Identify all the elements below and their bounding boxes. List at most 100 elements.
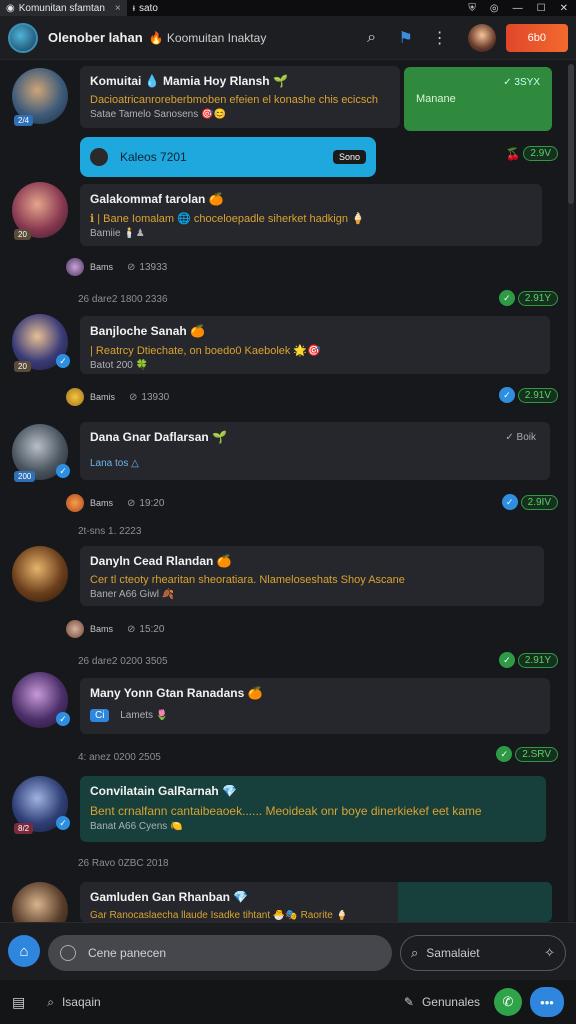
tab-sato[interactable]: ᵻ sato (127, 0, 164, 16)
avatar[interactable]: 2/4 (12, 68, 68, 126)
chip[interactable]: Ci (90, 709, 110, 722)
reaction-icon: 🍒 (505, 146, 521, 161)
message-text: Gar Ranocaslaecha llaude Isadke tihtant … (90, 910, 349, 921)
clock-icon: ⊘ (129, 391, 138, 403)
bottom-toolbar: ▤ ⌕ Isaqain ✎ Genunales ✆ ••• (0, 980, 576, 1024)
stat-value: 2.91Y (517, 652, 558, 668)
emoji-icon[interactable] (60, 945, 76, 961)
search-icon[interactable]: ⌕ (362, 28, 382, 48)
message-meta: Lamets 🌷 (120, 710, 169, 721)
search-input[interactable]: ⌕ Samalaiet ✧ (400, 935, 566, 971)
reaction-stat[interactable]: 🍒 2.9V (505, 146, 558, 161)
tab-komunitan[interactable]: ◉ Komunitan sfamtan × (0, 0, 127, 16)
reaction-stat[interactable]: ✓ 2.91Y (498, 652, 558, 668)
browser-tabbar: ◉ Komunitan sfamtan × ᵻ sato ⛨ ◎ — ☐ ✕ (0, 0, 576, 16)
stat-value: 2.SRV (515, 746, 558, 762)
message-bubble[interactable]: Galakommaf tarolan 🍊 ℹ | Bane Iomalam 🌐 … (80, 184, 542, 246)
avatar[interactable]: ✓ (12, 882, 68, 922)
reaction-stat[interactable]: ✓ 2.SRV (496, 746, 558, 762)
reply-card[interactable]: Manane ✓ 3SYX (404, 67, 552, 131)
message-bubble[interactable]: Komuitai 💧 Mamia Hoy Rlansh 🌱 Dacioatric… (80, 66, 400, 128)
message-meta: Baner A66 Giwl 🍂 (90, 589, 175, 600)
bottom-search-label: Isaqain (61, 995, 101, 1009)
whatsapp-button[interactable]: ✆ (494, 988, 522, 1016)
search-icon: ⌕ (47, 994, 54, 1009)
check-icon: ✓ (501, 494, 518, 510)
check-icon: ✓ (498, 387, 515, 403)
verified-icon: ✓ (56, 464, 70, 478)
date-divider: 26 dare2 0200 3505 (78, 656, 168, 667)
message-bubble[interactable]: Banjloche Sanah 🍊 | Reatrcy Dtiechate, o… (80, 316, 550, 374)
tab-label: Komunitan sfamtan (18, 2, 105, 14)
reaction-stat[interactable]: ✓ 2.9IV (501, 494, 558, 510)
message-placeholder: Cene panecen (88, 946, 167, 960)
date-divider: 4: anez 0200 2505 (78, 752, 161, 763)
avatar[interactable]: 8/2 ✓ (12, 776, 70, 834)
chat-header: Olenober lahan 🔥 Koomuitan Inaktay ⌕ ⚑ ⋮… (0, 16, 576, 60)
message-meta: Batot 200 🍀 (90, 360, 149, 371)
avatar[interactable] (12, 546, 68, 602)
bottom-right-label[interactable]: Genunales (422, 995, 480, 1009)
header-action-button[interactable]: 6b0 (505, 23, 568, 52)
message-meta: Banat A66 Cyens 🍋 (90, 821, 183, 832)
dots-icon: ••• (540, 994, 554, 1010)
clock-icon: ⊘ (127, 497, 136, 509)
scrollbar-thumb[interactable] (568, 64, 574, 204)
reaction-stat[interactable]: ✓ 2.91V (498, 387, 558, 403)
avatar[interactable]: 20 ✓ (12, 314, 70, 372)
message-text: Cer tl cteoty rhearitan sheoratiara. Nla… (90, 574, 405, 586)
avatar[interactable]: 200 ✓ (12, 424, 70, 482)
message-meta: Satae Tamelo Sanosens 🎯😊 (90, 109, 226, 120)
globe-icon[interactable]: ◎ (490, 3, 499, 14)
bookmark-icon[interactable]: ⚑ (396, 28, 416, 48)
message-bubble[interactable]: Many Yonn Gtan Ranadans 🍊 Ci Lamets 🌷 (80, 678, 550, 734)
avatar[interactable]: 20 (12, 182, 68, 240)
verified-icon: ✓ (56, 712, 70, 726)
pen-icon[interactable]: ✎ (404, 995, 414, 1009)
read-status: ✓ Boik (505, 432, 536, 443)
clock-icon: ⊘ (127, 623, 136, 635)
message-footer: Bams ⊘ 13933 (66, 258, 167, 276)
sender-name: Komuitai 💧 Mamia Hoy Rlansh 🌱 (90, 74, 288, 88)
message-input[interactable]: Cene panecen (48, 935, 392, 971)
sender-name: Banjloche Sanah 🍊 (90, 324, 205, 338)
message-bubble[interactable]: Convilatain GalRarnah 💎 Bent crnalfann c… (80, 776, 546, 842)
reaction-stat[interactable]: ✓ 2.91Y (498, 290, 558, 306)
pinned-pill[interactable]: Kaleos 7201 Sono (80, 137, 376, 177)
footer-name: Bams (90, 497, 114, 508)
home-button[interactable]: ⌂ (8, 935, 40, 967)
stat-value: 2.91Y (517, 290, 558, 306)
close-window-button[interactable]: ✕ (560, 3, 568, 14)
more-vertical-icon[interactable]: ⋮ (430, 28, 450, 48)
maximize-button[interactable]: ☐ (537, 3, 546, 14)
message-text: Bent crnalfann cantaibeaoek...... Meoide… (90, 804, 482, 818)
message-text: Dacioatricanroreberbmoben efeien el kona… (90, 94, 378, 106)
bottom-search[interactable]: ⌕ Isaqain (47, 995, 100, 1010)
attach-icon[interactable]: ▤ (12, 994, 25, 1011)
message-bubble[interactable]: Dana Gnar Daflarsan 🌱 Lana tos △ ✓ Boik (80, 422, 550, 480)
message-footer: Bams ⊘ 19:20 (66, 494, 164, 512)
message-meta: Bamiie 🕯️♟ (90, 228, 145, 239)
group-avatar[interactable] (8, 22, 38, 53)
mini-avatar (66, 620, 84, 638)
minimize-button[interactable]: — (513, 3, 523, 14)
message-feed[interactable]: 2/4 Komuitai 💧 Mamia Hoy Rlansh 🌱 Dacioa… (0, 60, 576, 922)
pill-tag[interactable]: Sono (332, 150, 366, 164)
tab-close-icon[interactable]: × (115, 3, 121, 14)
more-button[interactable]: ••• (530, 987, 564, 1017)
mini-avatar (66, 494, 84, 512)
message-bubble[interactable]: Gamluden Gan Rhanban 💎 Gar Ranocaslaecha… (80, 882, 552, 922)
sparkle-icon[interactable]: ✧ (544, 945, 555, 961)
scrollbar[interactable] (568, 64, 574, 922)
phone-icon: ✆ (502, 994, 514, 1009)
bottom-actions: ✎ Genunales ✆ ••• (404, 987, 564, 1017)
footer-name: Bams (90, 623, 114, 634)
user-avatar[interactable] (467, 23, 496, 52)
sender-name: Convilatain GalRarnah 💎 (90, 784, 237, 798)
check-icon: ✓ (496, 746, 513, 762)
message-text: | Reatrcy Dtiechate, on boedo0 Kaebolek … (90, 345, 321, 357)
level-badge: 8/2 (14, 823, 34, 834)
shield-icon[interactable]: ⛨ (468, 3, 476, 14)
message-bubble[interactable]: Danyln Cead Rlandan 🍊 Cer tl cteoty rhea… (80, 546, 544, 606)
avatar[interactable]: ✓ (12, 672, 70, 728)
